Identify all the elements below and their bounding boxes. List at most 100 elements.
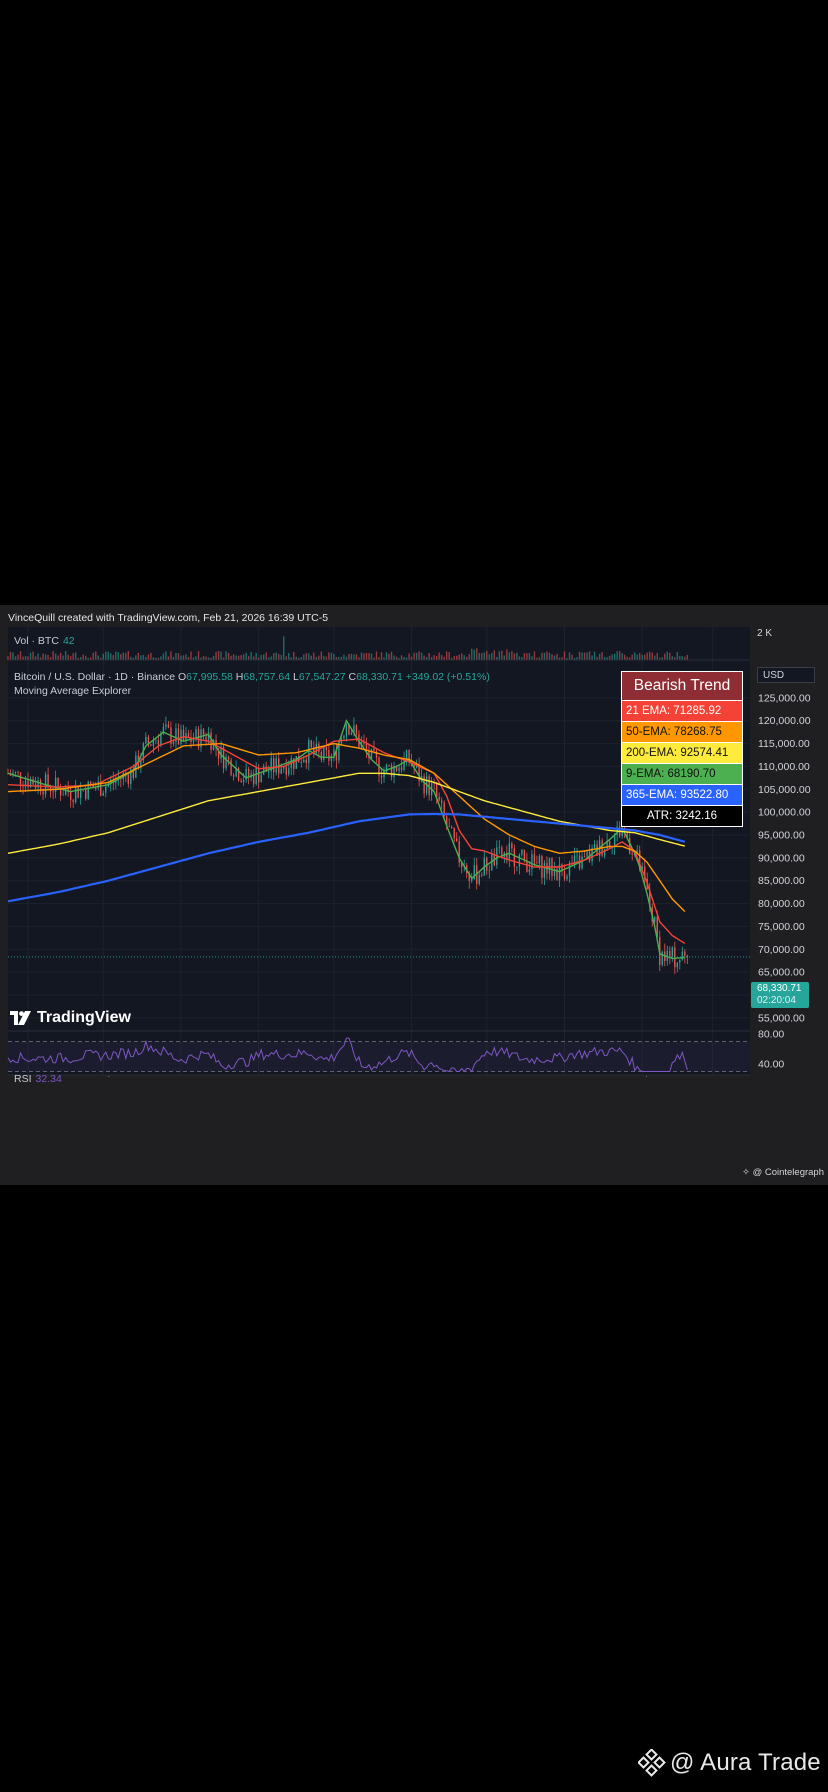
volume-bar	[681, 656, 684, 660]
volume-bar	[323, 655, 325, 660]
candle-body	[400, 767, 403, 770]
candle-body	[320, 751, 323, 760]
candle-body	[303, 759, 305, 763]
candle-body	[273, 758, 275, 773]
volume-bar	[260, 654, 262, 660]
candle-body	[380, 775, 383, 778]
rsi-legend[interactable]: RSI 32.34	[14, 1073, 62, 1085]
volume-bar	[328, 652, 330, 660]
candle-body	[398, 767, 400, 772]
candle-body	[187, 733, 190, 738]
volume-bar	[623, 654, 626, 660]
volume-bar	[313, 652, 315, 660]
time-tick-label: Oct	[326, 1075, 342, 1077]
cointelegraph-icon: ✧	[741, 1167, 750, 1178]
candle-body	[674, 947, 676, 968]
candle-body	[19, 772, 22, 785]
currency-selector[interactable]: USD	[757, 667, 815, 683]
volume-bar	[511, 651, 513, 660]
volume-bar	[631, 654, 633, 660]
candle-body	[165, 724, 167, 727]
last-price-tag: 68,330.71 02:20:04	[751, 982, 809, 1008]
volume-bar	[220, 651, 222, 660]
atr-row: ATR: 3242.16	[622, 805, 742, 826]
volume-bar	[586, 652, 588, 660]
volume-bar	[262, 654, 265, 660]
candle-body	[370, 748, 373, 759]
candle-body	[533, 854, 536, 863]
price-tick-label: 80,000.00	[758, 898, 805, 910]
time-tick-label: Sep	[249, 1075, 268, 1077]
tradingview-logo[interactable]: TradingView	[10, 1009, 131, 1027]
candle-body	[85, 789, 87, 799]
candle-body	[77, 786, 79, 798]
volume-bar	[303, 654, 305, 660]
volume-bar	[270, 656, 272, 660]
candle-body	[167, 724, 170, 728]
volume-bar	[473, 649, 475, 660]
candle-body	[440, 800, 443, 803]
indicator-legend[interactable]: Moving Average Explorer	[14, 685, 131, 697]
volume-bar	[498, 651, 501, 660]
volume-bar	[528, 652, 531, 660]
candle-body	[255, 767, 257, 785]
volume-bar	[568, 652, 571, 660]
volume-bar	[506, 649, 508, 660]
volume-bar	[52, 651, 54, 660]
candle-body	[275, 758, 277, 773]
volume-bar	[9, 651, 12, 660]
candle-body	[145, 736, 147, 744]
volume-bar	[571, 654, 573, 660]
volume-bar	[102, 653, 104, 660]
volume-bar	[177, 653, 180, 660]
volume-bar	[320, 651, 323, 660]
candle-body	[548, 858, 551, 874]
volume-bar	[165, 651, 167, 660]
candle-body	[328, 749, 330, 761]
rsi-tick-label: 80.00	[758, 1029, 784, 1041]
candle-body	[350, 732, 353, 735]
volume-bar	[112, 655, 114, 660]
candle-body	[17, 771, 19, 773]
candle-body	[513, 848, 516, 867]
volume-bar	[483, 652, 485, 660]
volume-bar	[215, 651, 217, 660]
open-key: O	[177, 671, 187, 683]
volume-top-tick: 2 K	[757, 628, 772, 639]
volume-bar	[142, 655, 145, 660]
volume-bar	[95, 651, 97, 660]
volume-bar	[250, 651, 252, 660]
volume-bar	[125, 652, 127, 660]
volume-bar	[343, 654, 345, 660]
candle-body	[508, 843, 511, 860]
candle-body	[72, 800, 74, 802]
volume-bar	[74, 652, 77, 660]
candle-body	[543, 862, 546, 878]
ema200-row: 200-EMA: 92574.41	[622, 742, 742, 763]
candle-body	[155, 740, 157, 741]
time-tick-label: Jul	[97, 1075, 110, 1077]
candle-body	[523, 849, 526, 860]
volume-bar	[117, 652, 119, 660]
candle-body	[423, 776, 425, 794]
price-tick-label: 105,000.00	[758, 784, 811, 796]
volume-bar	[293, 651, 295, 660]
candle-body	[192, 739, 195, 743]
volume-bar	[348, 653, 350, 660]
volume-bar	[285, 656, 287, 660]
volume-bar	[242, 654, 245, 660]
volume-bar	[461, 653, 463, 660]
symbol-legend[interactable]: Bitcoin / U.S. Dollar · 1D · Binance O67…	[14, 671, 490, 683]
volume-bar	[355, 654, 358, 660]
candle-body	[488, 870, 490, 872]
candle-body	[373, 748, 375, 751]
volume-bar	[618, 651, 621, 660]
volume-bar	[330, 652, 333, 660]
volume-bar	[548, 652, 551, 660]
volume-bar	[508, 652, 511, 660]
volume-bar	[310, 655, 313, 660]
volume-bar	[180, 655, 182, 660]
volume-bar	[601, 652, 603, 660]
volume-bar	[247, 656, 250, 660]
volume-bar	[44, 654, 47, 660]
